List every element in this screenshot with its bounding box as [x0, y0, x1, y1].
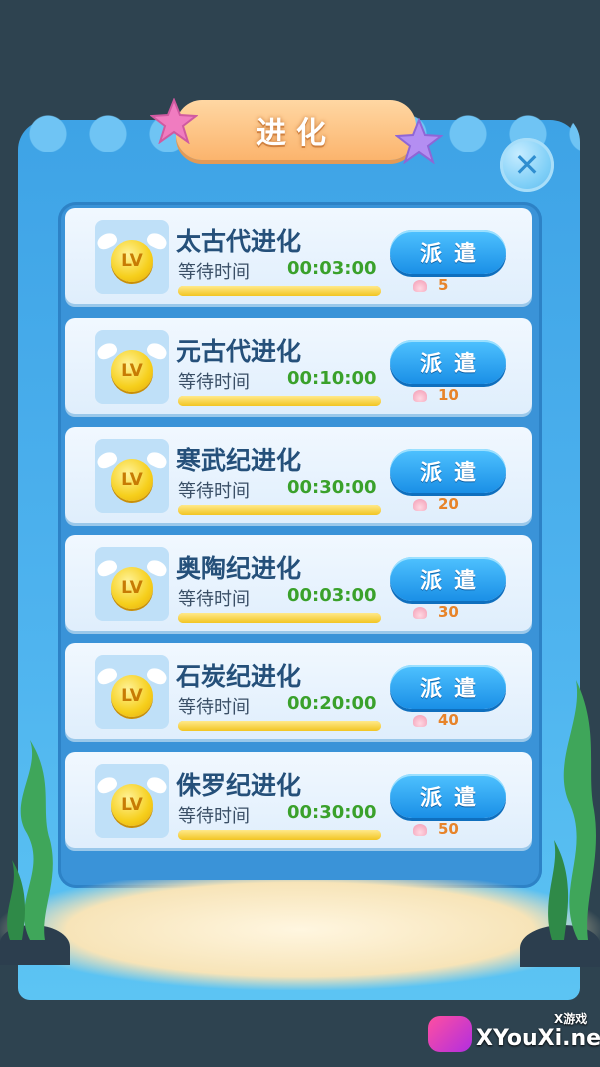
watermark-logo-icon [428, 1016, 472, 1052]
pink-starfish-icon [150, 98, 198, 144]
dispatch-button[interactable]: 派遣 [390, 340, 506, 384]
wait-time: 00:03:00 [287, 258, 377, 279]
dispatch-button[interactable]: 派遣 [390, 665, 506, 709]
level-coin-label: LV [121, 361, 143, 381]
seaweed-right-icon [548, 680, 596, 940]
dispatch-button[interactable]: 派遣 [390, 230, 506, 274]
level-badge: LV [94, 330, 170, 404]
wait-label: 等待时间 [178, 372, 250, 393]
level-coin-label: LV [121, 578, 143, 598]
level-coin-label: LV [121, 795, 143, 815]
progress-bar-fill [178, 721, 381, 731]
wait-label: 等待时间 [178, 589, 250, 610]
level-coin-icon: LV [111, 675, 153, 717]
level-badge: LV [94, 764, 170, 838]
evolution-title: 寒武纪进化 [176, 446, 302, 475]
shell-currency-icon [413, 390, 427, 402]
wait-time: 00:03:00 [287, 585, 377, 606]
progress-bar-fill [178, 613, 381, 623]
shell-cost: 20 [438, 495, 459, 513]
level-badge: LV [94, 439, 170, 513]
dispatch-button-label: 派遣 [419, 786, 488, 811]
evolution-title: 侏罗纪进化 [176, 771, 302, 800]
shell-currency-icon [413, 280, 427, 292]
watermark-tag: X游戏 [554, 1012, 588, 1026]
dispatch-button-label: 派遣 [419, 461, 488, 486]
progress-bar-fill [178, 505, 381, 515]
dispatch-button[interactable]: 派遣 [390, 449, 506, 493]
shell-cost: 40 [438, 711, 459, 729]
progress-bar [178, 721, 381, 731]
evolution-title: 石炭纪进化 [176, 662, 302, 691]
wait-time: 00:30:00 [287, 477, 377, 498]
dispatch-button[interactable]: 派遣 [390, 557, 506, 601]
evolution-title: 奥陶纪进化 [176, 554, 302, 583]
dispatch-button-label: 派遣 [419, 242, 488, 267]
purple-starfish-icon [395, 118, 443, 164]
progress-bar [178, 613, 381, 623]
dispatch-button[interactable]: 派遣 [390, 774, 506, 818]
progress-bar [178, 830, 381, 840]
level-coin-icon: LV [111, 240, 153, 282]
progress-bar-fill [178, 396, 381, 406]
shell-cost: 10 [438, 386, 459, 404]
wait-time: 00:20:00 [287, 693, 377, 714]
sand-floor-decoration [0, 880, 600, 990]
level-coin-icon: LV [111, 459, 153, 501]
level-badge: LV [94, 655, 170, 729]
close-button[interactable]: ✕ [500, 138, 554, 192]
evolution-card: LV 奥陶纪进化 等待时间 00:03:00 派遣 30 [65, 535, 532, 631]
title-banner: 进化 [176, 100, 416, 160]
level-coin-label: LV [121, 251, 143, 271]
shell-currency-icon [413, 824, 427, 836]
wait-label: 等待时间 [178, 481, 250, 502]
progress-bar-fill [178, 286, 381, 296]
close-icon: ✕ [513, 146, 541, 184]
shell-cost: 50 [438, 820, 459, 838]
evolution-card: LV 元古代进化 等待时间 00:10:00 派遣 10 [65, 318, 532, 414]
progress-bar [178, 396, 381, 406]
dispatch-button-label: 派遣 [419, 677, 488, 702]
watermark: X游戏 XYouXi.net [428, 1004, 600, 1064]
wait-label: 等待时间 [178, 697, 250, 718]
level-coin-icon: LV [111, 567, 153, 609]
level-coin-label: LV [121, 686, 143, 706]
dispatch-button-label: 派遣 [419, 352, 488, 377]
wait-label: 等待时间 [178, 262, 250, 283]
wait-time: 00:30:00 [287, 802, 377, 823]
level-coin-icon: LV [111, 350, 153, 392]
progress-bar-fill [178, 830, 381, 840]
dispatch-button-label: 派遣 [419, 569, 488, 594]
watermark-brand: XYouXi.net [476, 1026, 600, 1051]
page-title: 进化 [256, 116, 336, 151]
evolution-title: 太古代进化 [176, 227, 302, 256]
evolution-card: LV 石炭纪进化 等待时间 00:20:00 派遣 40 [65, 643, 532, 739]
shell-cost: 5 [438, 276, 449, 294]
shell-currency-icon [413, 607, 427, 619]
wait-label: 等待时间 [178, 806, 250, 827]
evolution-card: LV 侏罗纪进化 等待时间 00:30:00 派遣 50 [65, 752, 532, 848]
wait-time: 00:10:00 [287, 368, 377, 389]
shell-currency-icon [413, 499, 427, 511]
seaweed-left-icon [7, 740, 53, 940]
evolution-card: LV 太古代进化 等待时间 00:03:00 派遣 5 [65, 208, 532, 304]
progress-bar [178, 505, 381, 515]
progress-bar [178, 286, 381, 296]
evolution-card: LV 寒武纪进化 等待时间 00:30:00 派遣 20 [65, 427, 532, 523]
level-coin-icon: LV [111, 784, 153, 826]
evolution-title: 元古代进化 [176, 337, 302, 366]
shell-cost: 30 [438, 603, 459, 621]
shell-currency-icon [413, 715, 427, 727]
level-badge: LV [94, 547, 170, 621]
level-badge: LV [94, 220, 170, 294]
level-coin-label: LV [121, 470, 143, 490]
